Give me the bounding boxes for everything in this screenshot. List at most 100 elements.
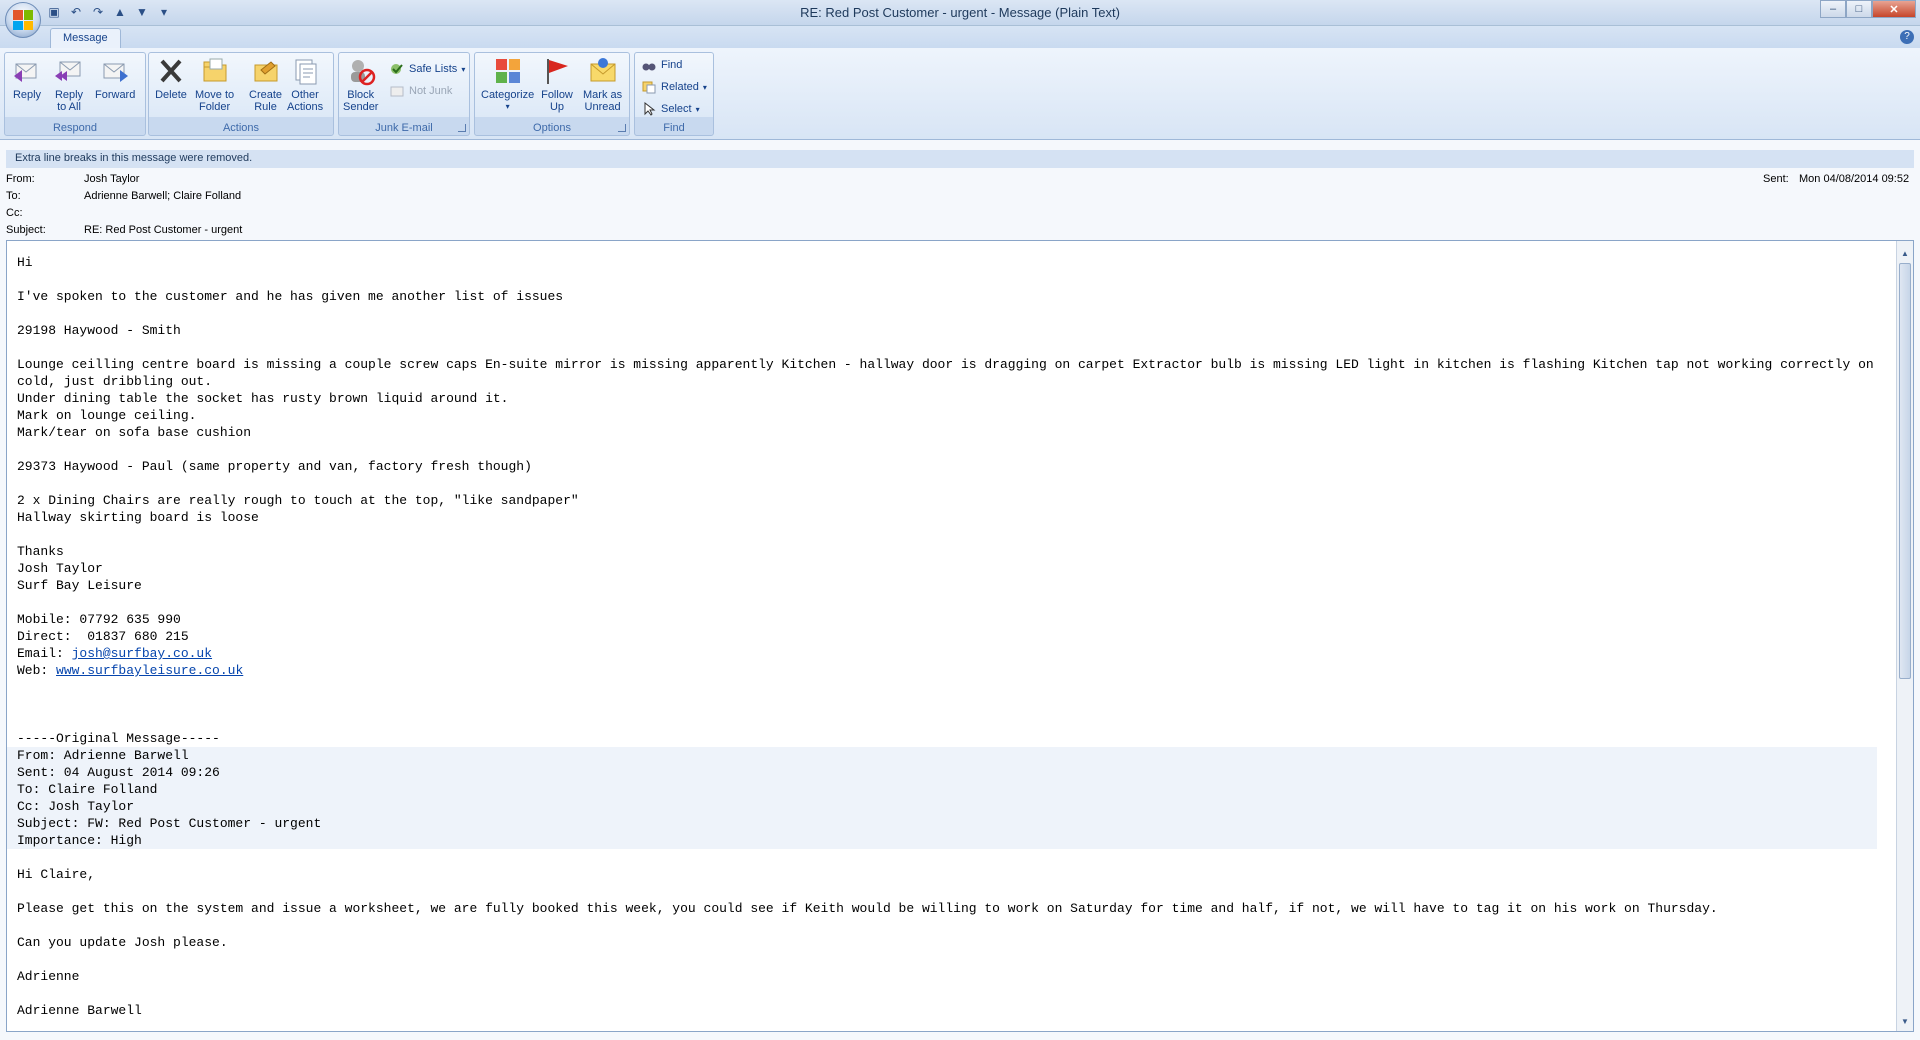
options-launcher-icon[interactable] — [618, 124, 626, 132]
reply-all-icon — [53, 55, 85, 87]
create-rule-label-2: Rule — [254, 101, 277, 113]
mark-as-unread-label-2: Unread — [584, 101, 621, 113]
subject-label: Subject: — [6, 224, 46, 236]
title-bar: ▣ ↶ ↷ ▲ ▼ ▾ RE: Red Post Customer - urge… — [0, 0, 1920, 26]
related-label: Related — [661, 81, 699, 93]
cc-label: Cc: — [6, 207, 23, 219]
subject-value: RE: Red Post Customer - urgent — [84, 224, 243, 236]
group-actions: Delete Move to Folder Create Rule Other … — [148, 52, 334, 136]
move-to-folder-label-2: Folder — [198, 101, 231, 113]
create-rule-icon — [250, 55, 282, 87]
not-junk-button[interactable]: Not Junk — [389, 83, 452, 99]
maximize-button[interactable]: □ — [1846, 0, 1872, 18]
mark-as-unread-label-1: Mark as — [583, 89, 623, 101]
window-title: RE: Red Post Customer - urgent - Message… — [800, 5, 1120, 20]
categorize-label: Categorize — [481, 89, 535, 101]
web-link[interactable]: www.surfbayleisure.co.uk — [56, 663, 243, 678]
forward-button[interactable]: Forward — [95, 55, 135, 101]
message-text: Hi I've spoken to the customer and he ha… — [7, 241, 1887, 1031]
move-to-folder-button[interactable]: Move to Folder — [195, 55, 234, 113]
office-button[interactable] — [5, 2, 41, 38]
other-actions-label-2: Actions — [287, 101, 324, 113]
reply-all-label-2: to All — [57, 101, 81, 113]
create-rule-label-1: Create — [249, 89, 283, 101]
group-junk-email-label: Junk E-mail — [375, 122, 433, 134]
body-part-1: Hi I've spoken to the customer and he ha… — [17, 255, 1874, 661]
categorize-icon — [492, 55, 524, 87]
message-body[interactable]: Hi I've spoken to the customer and he ha… — [6, 240, 1914, 1032]
not-junk-icon — [389, 83, 405, 99]
delete-button[interactable]: Delete — [155, 55, 187, 101]
from-label: From: — [6, 173, 35, 185]
ribbon: Reply Reply to All Forward Respond Delet… — [0, 48, 1920, 140]
original-message-header: From: Adrienne Barwell Sent: 04 August 2… — [7, 747, 1877, 849]
group-actions-label: Actions — [222, 122, 260, 134]
categorize-dropdown-icon: ▾ — [505, 102, 510, 111]
follow-up-button[interactable]: Follow Up — [541, 55, 573, 113]
body-part-2: -----Original Message----- — [17, 731, 220, 746]
group-respond: Reply Reply to All Forward Respond — [4, 52, 146, 136]
find-button[interactable]: Find — [641, 57, 682, 73]
move-to-folder-label-1: Move to — [195, 89, 235, 101]
tab-message[interactable]: Message — [50, 28, 121, 48]
group-find-label: Find — [663, 122, 685, 134]
follow-up-label-2: Up — [549, 101, 565, 113]
delete-label: Delete — [155, 89, 187, 101]
scrollbar-thumb[interactable] — [1899, 263, 1911, 679]
forward-label: Forward — [95, 89, 136, 101]
envelope-icon — [587, 55, 619, 87]
related-button[interactable]: Related ▾ — [641, 79, 707, 95]
office-logo-icon — [13, 10, 33, 30]
vertical-scrollbar[interactable]: ▲ ▼ — [1896, 241, 1913, 1031]
cursor-icon — [641, 101, 657, 117]
other-actions-icon — [289, 55, 321, 87]
reply-button[interactable]: Reply — [11, 55, 43, 101]
create-rule-button[interactable]: Create Rule — [249, 55, 282, 113]
block-sender-label-1: Block — [347, 89, 375, 101]
block-sender-icon — [345, 55, 377, 87]
to-value[interactable]: Adrienne Barwell; Claire Folland — [84, 190, 241, 202]
scroll-up-icon[interactable]: ▲ — [1900, 249, 1910, 259]
find-label: Find — [661, 59, 683, 71]
flag-icon — [541, 55, 573, 87]
delete-icon — [155, 55, 187, 87]
from-value[interactable]: Josh Taylor — [84, 173, 139, 185]
group-find: Find Related ▾ Select ▾ Find — [634, 52, 714, 136]
window-controls: – □ ✕ — [1820, 0, 1916, 18]
to-label: To: — [6, 190, 21, 202]
close-button[interactable]: ✕ — [1872, 0, 1916, 18]
info-bar[interactable]: Extra line breaks in this message were r… — [6, 150, 1914, 168]
reply-label: Reply — [12, 89, 42, 101]
group-junk-email: Block Sender Safe Lists ▾ Not Junk Junk … — [338, 52, 470, 136]
body-web-prefix: Web: — [17, 663, 49, 678]
safe-lists-button[interactable]: Safe Lists ▾ — [389, 61, 465, 77]
forward-icon — [99, 55, 131, 87]
other-actions-button[interactable]: Other Actions — [287, 55, 323, 113]
safe-lists-icon — [389, 61, 405, 77]
related-dropdown-icon: ▾ — [702, 82, 707, 92]
mark-as-unread-button[interactable]: Mark as Unread — [583, 55, 622, 113]
select-label: Select — [661, 103, 692, 115]
folder-icon — [199, 55, 231, 87]
follow-up-label-1: Follow — [541, 89, 573, 101]
categorize-button[interactable]: Categorize ▾ — [481, 55, 534, 113]
email-link[interactable]: josh@surfbay.co.uk — [72, 646, 212, 661]
reply-icon — [11, 55, 43, 87]
group-options-label: Options — [533, 122, 571, 134]
reply-all-button[interactable]: Reply to All — [53, 55, 85, 113]
not-junk-label: Not Junk — [409, 85, 453, 97]
group-respond-label: Respond — [52, 122, 98, 134]
other-actions-label-1: Other — [291, 89, 319, 101]
block-sender-label-2: Sender — [343, 101, 379, 113]
junk-options-launcher-icon[interactable] — [458, 124, 466, 132]
safe-lists-label: Safe Lists — [409, 63, 458, 75]
sent-label: Sent: — [1763, 173, 1789, 185]
ribbon-tab-row: Message ? — [0, 26, 1920, 48]
sent-value: Mon 04/08/2014 09:52 — [1799, 173, 1910, 185]
minimize-button[interactable]: – — [1820, 0, 1846, 18]
block-sender-button[interactable]: Block Sender — [343, 55, 378, 113]
scroll-down-icon[interactable]: ▼ — [1900, 1017, 1910, 1027]
group-options: Categorize ▾ Follow Up Mark as Unread Op… — [474, 52, 630, 136]
help-icon[interactable]: ? — [1900, 30, 1914, 44]
select-button[interactable]: Select ▾ — [641, 101, 700, 117]
